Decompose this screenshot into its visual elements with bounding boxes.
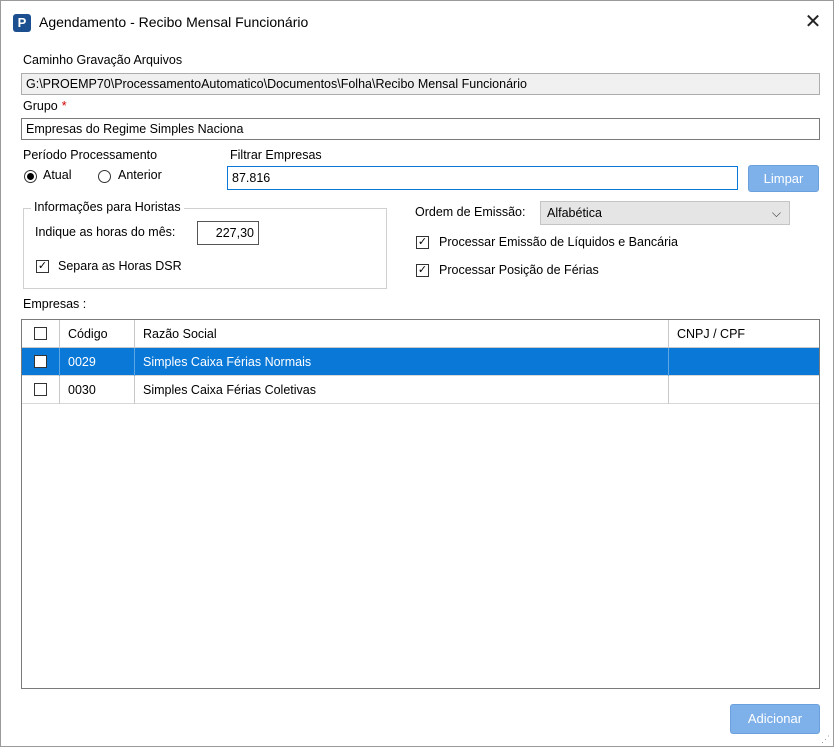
resize-grip-icon[interactable]: ⋰ <box>821 734 831 744</box>
cell-cnpj <box>669 348 819 376</box>
liquidos-label[interactable]: Processar Emissão de Líquidos e Bancária <box>439 235 678 249</box>
dialog-window: P Agendamento - Recibo Mensal Funcionári… <box>0 0 834 747</box>
header-cnpj[interactable]: CNPJ / CPF <box>669 320 819 348</box>
row-check-cell <box>22 376 60 404</box>
header-codigo[interactable]: Código <box>60 320 135 348</box>
app-logo-icon: P <box>13 14 31 32</box>
grupo-label: Grupo <box>23 99 58 113</box>
liquidos-checkbox[interactable]: ✓ <box>416 236 429 249</box>
dsr-label[interactable]: Separa as Horas DSR <box>58 259 182 273</box>
grid-header: Código Razão Social CNPJ / CPF <box>22 320 819 348</box>
radio-anterior[interactable] <box>98 170 111 183</box>
title-bar: P Agendamento - Recibo Mensal Funcionári… <box>1 1 833 43</box>
horas-label: Indique as horas do mês: <box>35 225 176 239</box>
required-mark: * <box>61 99 67 113</box>
radio-anterior-label[interactable]: Anterior <box>118 168 162 182</box>
cell-codigo: 0029 <box>60 348 135 376</box>
cell-razao: Simples Caixa Férias Coletivas <box>135 376 669 404</box>
select-all-checkbox[interactable] <box>34 327 47 340</box>
filtro-input[interactable]: 87.816 <box>227 166 738 190</box>
periodo-label: Período Processamento <box>23 148 158 162</box>
dsr-checkbox[interactable]: ✓ <box>36 260 49 273</box>
row-checkbox[interactable] <box>34 383 47 396</box>
ordem-select-value: Alfabética <box>547 206 602 220</box>
table-row[interactable]: 0030 Simples Caixa Férias Coletivas <box>22 376 819 404</box>
caminho-label: Caminho Gravação Arquivos <box>23 53 183 67</box>
horas-input[interactable]: 227,30 <box>197 221 259 245</box>
table-row[interactable]: 0029 Simples Caixa Férias Normais <box>22 348 819 376</box>
adicionar-button[interactable]: Adicionar <box>730 704 820 734</box>
cell-cnpj <box>669 376 819 404</box>
filtro-label: Filtrar Empresas <box>230 148 322 162</box>
empresas-label: Empresas : <box>23 297 87 311</box>
header-razao[interactable]: Razão Social <box>135 320 669 348</box>
cell-razao: Simples Caixa Férias Normais <box>135 348 669 376</box>
radio-atual[interactable] <box>24 170 37 183</box>
ferias-label[interactable]: Processar Posição de Férias <box>439 263 599 277</box>
empresas-grid[interactable]: Código Razão Social CNPJ / CPF 0029 Simp… <box>21 319 820 689</box>
row-checkbox[interactable] <box>34 355 47 368</box>
radio-atual-label[interactable]: Atual <box>43 168 72 182</box>
caminho-field[interactable]: G:\PROEMP70\ProcessamentoAutomatico\Docu… <box>21 73 820 95</box>
chevron-down-icon: ⌵ <box>771 206 781 220</box>
header-check-cell <box>22 320 60 348</box>
ordem-select[interactable]: Alfabética ⌵ <box>540 201 790 225</box>
horistas-legend: Informações para Horistas <box>31 200 184 214</box>
ordem-label: Ordem de Emissão: <box>415 205 526 219</box>
ferias-checkbox[interactable]: ✓ <box>416 264 429 277</box>
grupo-label-wrap: Grupo * <box>23 99 67 113</box>
close-button[interactable]: ✕ <box>793 5 833 39</box>
cell-codigo: 0030 <box>60 376 135 404</box>
window-title: Agendamento - Recibo Mensal Funcionário <box>39 14 309 30</box>
limpar-button[interactable]: Limpar <box>748 165 819 192</box>
grupo-field[interactable]: Empresas do Regime Simples Naciona <box>21 118 820 140</box>
row-check-cell <box>22 348 60 376</box>
